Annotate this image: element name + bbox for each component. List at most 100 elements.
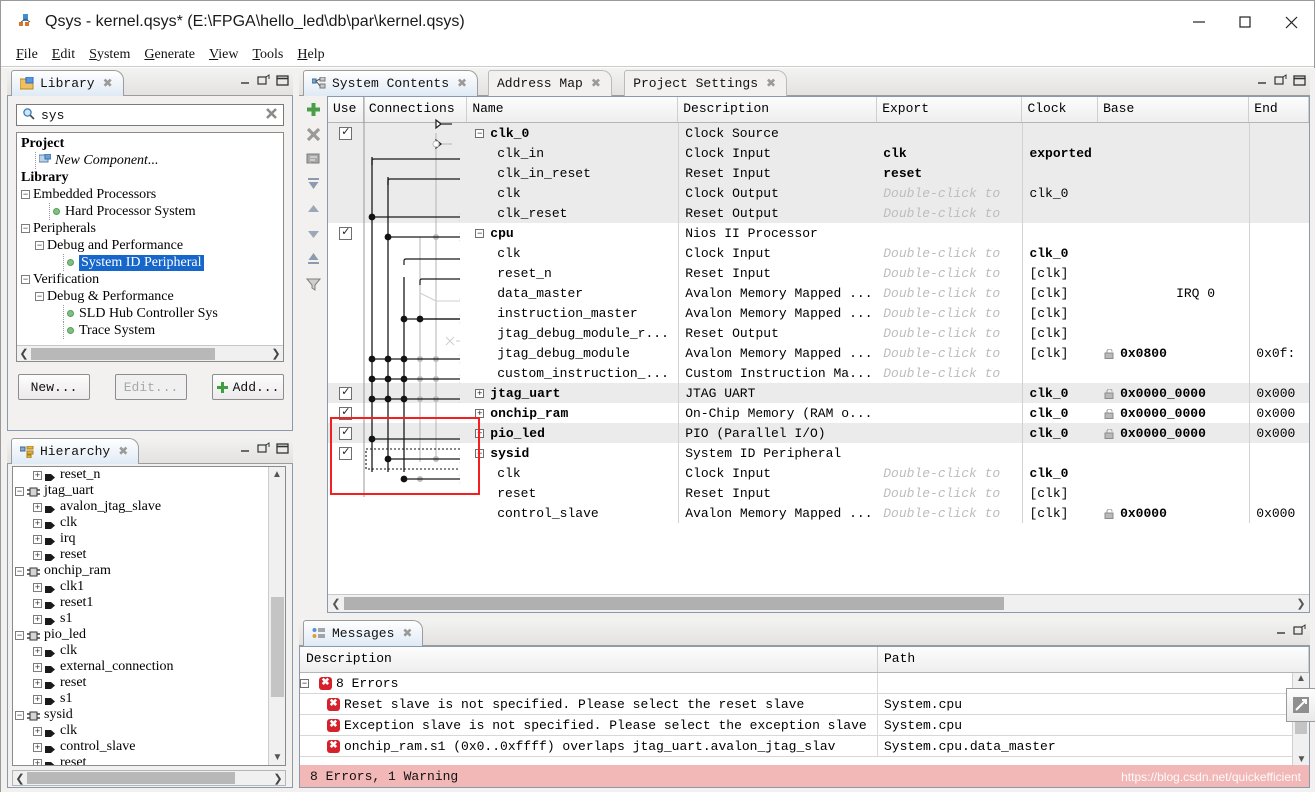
end-cell[interactable] — [1249, 163, 1309, 183]
clock-cell[interactable]: [clk] — [1022, 263, 1098, 283]
base-cell[interactable] — [1098, 123, 1249, 143]
column-header-base[interactable]: Base — [1098, 97, 1250, 122]
clock-cell[interactable]: clk_0 — [1022, 383, 1098, 403]
filter-icon[interactable] — [304, 275, 322, 293]
table-row[interactable]: custom_instruction_... Custom Instruction… — [328, 363, 1309, 383]
hierarchy-item[interactable]: + reset — [13, 755, 268, 765]
lock-icon[interactable] — [1104, 388, 1115, 399]
scroll-thumb[interactable] — [31, 347, 215, 360]
library-tree-item[interactable]: − Embedded Processors — [17, 186, 283, 203]
table-row[interactable]: control_slave Avalon Memory Mapped ... Dou… — [328, 503, 1309, 523]
restore-icon[interactable] — [257, 442, 270, 457]
hierarchy-item[interactable]: + control_slave — [13, 739, 268, 755]
menu-tools[interactable]: Tools — [245, 45, 290, 65]
export-cell[interactable] — [877, 423, 1022, 443]
maximize-icon[interactable] — [1293, 74, 1306, 89]
expander-plus-icon[interactable]: + — [33, 726, 42, 736]
library-tree-item[interactable]: − Verification — [17, 271, 283, 288]
name-cell[interactable]: clk — [467, 243, 678, 263]
expander-minus-icon[interactable]: − — [15, 566, 24, 576]
move-to-bottom-icon[interactable] — [304, 250, 322, 268]
table-row[interactable]: clk_in Clock Input clk exported — [328, 143, 1309, 163]
export-cell[interactable] — [877, 383, 1022, 403]
expander-plus-icon[interactable]: + — [33, 614, 42, 624]
hierarchy-tree[interactable]: + reset_n − jtag_uart + avalon_jtag_slave + clk… — [12, 466, 286, 766]
clear-icon[interactable] — [265, 107, 278, 123]
clock-cell[interactable]: clk_0 — [1022, 243, 1098, 263]
scroll-thumb[interactable] — [27, 772, 235, 784]
table-row[interactable]: jtag_debug_module_r... Reset Output Double… — [328, 323, 1309, 343]
name-cell[interactable]: clk — [467, 183, 678, 203]
expander-minus-icon[interactable]: − — [35, 241, 44, 250]
export-cell[interactable]: Double-click to — [877, 483, 1022, 503]
new-button[interactable]: New... — [18, 374, 90, 400]
expander-plus-icon[interactable]: + — [475, 388, 485, 398]
end-cell[interactable] — [1249, 243, 1309, 263]
export-cell[interactable]: Double-click to — [877, 363, 1022, 383]
clock-cell[interactable]: [clk] — [1022, 503, 1098, 523]
add-button[interactable]: Add... — [212, 374, 284, 400]
expander-plus-icon[interactable]: + — [33, 758, 42, 765]
library-tree-item[interactable]: New Component... — [17, 152, 283, 169]
remove-icon[interactable] — [304, 125, 322, 143]
end-cell[interactable]: 0x000 — [1249, 383, 1309, 403]
restore-icon[interactable] — [257, 74, 270, 89]
scroll-down-icon[interactable]: ▼ — [269, 750, 285, 765]
table-row[interactable]: ✓ − cpu Nios II Processor — [328, 223, 1309, 243]
clock-cell[interactable]: exported — [1022, 143, 1098, 163]
export-cell[interactable]: Double-click to — [877, 463, 1022, 483]
column-header-export[interactable]: Export — [877, 97, 1023, 122]
export-cell[interactable]: Double-click to — [877, 343, 1022, 363]
connections-diagram[interactable] — [328, 97, 460, 597]
export-cell[interactable] — [877, 123, 1022, 143]
end-cell[interactable]: 0x000 — [1249, 423, 1309, 443]
hierarchy-hscrollbar[interactable]: ❮ ❯ — [12, 770, 286, 786]
end-cell[interactable]: 0x000 — [1249, 503, 1309, 523]
minimize-button[interactable] — [1176, 1, 1222, 43]
expander-plus-icon[interactable]: + — [33, 662, 42, 672]
export-cell[interactable]: Double-click to — [877, 303, 1022, 323]
table-row[interactable]: ✓ + jtag_uart JTAG UART clk_0 0x0000_0000 0x00… — [328, 383, 1309, 403]
clock-cell[interactable] — [1022, 443, 1098, 463]
export-cell[interactable] — [877, 443, 1022, 463]
message-row[interactable]: ✖ onchip_ram.s1 (0x0..0xffff) overlaps jt… — [300, 736, 1292, 757]
end-cell[interactable] — [1249, 283, 1309, 303]
base-cell[interactable] — [1098, 243, 1249, 263]
library-search[interactable] — [16, 104, 284, 126]
scroll-up-icon[interactable]: ▲ — [1293, 673, 1309, 688]
expander-minus-icon[interactable]: − — [475, 228, 485, 238]
export-cell[interactable]: clk — [877, 143, 1022, 163]
export-cell[interactable]: Double-click to — [877, 503, 1022, 523]
clock-cell[interactable]: [clk] — [1022, 323, 1098, 343]
minimize-icon[interactable] — [1276, 625, 1287, 639]
library-tree-item[interactable]: − Debug & Performance — [17, 288, 283, 305]
end-cell[interactable]: 0x0f: — [1249, 343, 1309, 363]
expander-plus-icon[interactable]: + — [33, 502, 42, 512]
add-icon[interactable] — [304, 100, 322, 118]
menu-view[interactable]: View — [202, 45, 246, 65]
edit-icon[interactable] — [304, 150, 322, 168]
end-cell[interactable] — [1249, 303, 1309, 323]
base-cell[interactable]: 0x0000_0000 — [1098, 403, 1249, 423]
name-cell[interactable]: − sysid — [467, 443, 678, 463]
library-tree-item[interactable]: SLD Hub Controller Sys — [17, 305, 283, 322]
close-button[interactable] — [1268, 1, 1314, 43]
end-cell[interactable] — [1249, 203, 1309, 223]
expander-minus-icon[interactable]: − — [15, 630, 24, 640]
name-cell[interactable]: jtag_debug_module_r... — [467, 323, 678, 343]
name-cell[interactable]: clk — [467, 463, 678, 483]
tab-messages[interactable]: Messages ✖ — [303, 620, 424, 646]
column-header-end[interactable]: End — [1249, 97, 1309, 122]
clock-cell[interactable]: [clk] — [1022, 283, 1098, 303]
minimize-icon[interactable] — [1257, 75, 1268, 89]
base-cell[interactable] — [1098, 163, 1249, 183]
name-cell[interactable]: clk_in_reset — [467, 163, 678, 183]
export-cell[interactable]: Double-click to — [877, 183, 1022, 203]
clock-cell[interactable]: clk_0 — [1022, 423, 1098, 443]
base-cell[interactable]: 0x0800 — [1098, 343, 1249, 363]
minimize-icon[interactable] — [240, 75, 251, 89]
export-cell[interactable]: Double-click to — [877, 323, 1022, 343]
menu-file[interactable]: File — [9, 45, 45, 65]
expander-minus-icon[interactable]: − — [15, 486, 24, 496]
scroll-thumb[interactable] — [271, 597, 284, 697]
